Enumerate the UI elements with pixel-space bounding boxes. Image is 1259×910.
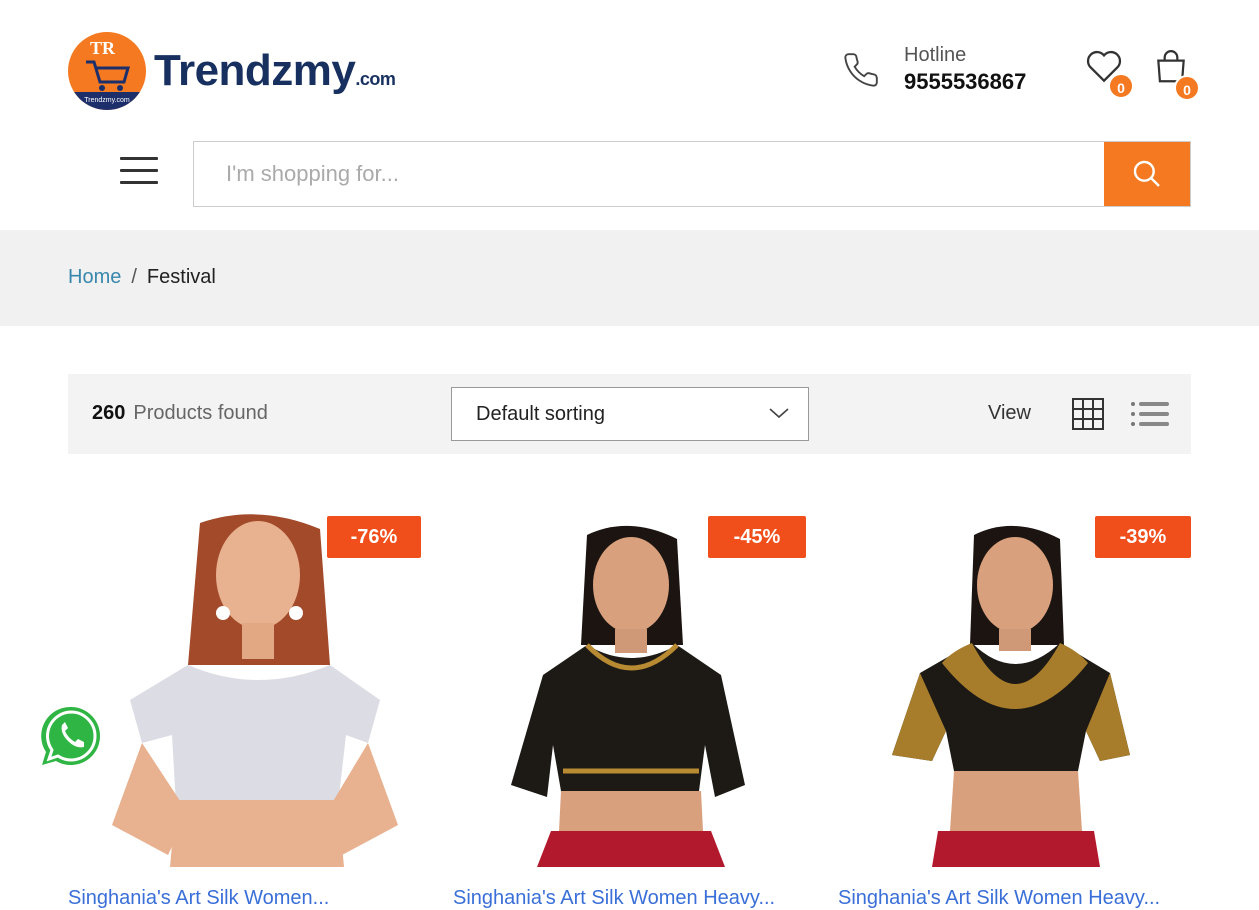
breadcrumb-home-link[interactable]: Home (68, 266, 121, 288)
phone-icon (844, 52, 878, 87)
sort-select[interactable]: Default sorting (451, 387, 809, 441)
whatsapp-button[interactable] (38, 703, 104, 769)
product-card[interactable]: -45% Singhania's Art Silk Women Heavy... (453, 495, 807, 909)
product-title-link[interactable]: Singhania's Art Silk Women Heavy... (453, 887, 807, 910)
brand-name: Trendzmy (154, 46, 356, 95)
breadcrumb-current: Festival (146, 266, 216, 288)
product-title-link[interactable]: Singhania's Art Silk Women... (68, 887, 422, 910)
view-label: View (988, 402, 1031, 424)
discount-badge: -45% (708, 516, 806, 558)
products-found: 260 Products found (92, 402, 268, 425)
wishlist-button[interactable]: 0 (1084, 48, 1134, 99)
search-input[interactable] (194, 142, 1104, 206)
hamburger-menu-icon[interactable] (120, 157, 158, 187)
product-title-link[interactable]: Singhania's Art Silk Women Heavy... (838, 887, 1192, 910)
wishlist-count-badge: 0 (1108, 73, 1134, 99)
list-view-icon[interactable] (1130, 400, 1170, 428)
cart-button[interactable]: 0 (1152, 48, 1200, 101)
whatsapp-icon (41, 706, 100, 766)
logo-badge-letters: TR (90, 38, 116, 58)
search-bar (193, 141, 1191, 207)
product-card[interactable]: -39% Singhania's Art Silk Women Heavy... (838, 495, 1192, 909)
hotline[interactable]: Hotline 9555536867 (842, 44, 1026, 95)
brand-suffix: .com (355, 69, 396, 89)
discount-badge: -39% (1095, 516, 1191, 558)
grid-view-icon[interactable] (1072, 398, 1104, 430)
logo-text: Trendzmy.com (154, 46, 396, 96)
hotline-label: Hotline (904, 44, 967, 66)
logo-cart-icon (86, 60, 130, 91)
breadcrumb: Home / Festival (68, 266, 216, 289)
hotline-number[interactable]: 9555536867 (904, 69, 1026, 95)
search-icon (1133, 160, 1160, 187)
logo-badge-caption: Trendzmy.com (68, 92, 146, 110)
chevron-down-icon (769, 408, 789, 419)
products-count: 260 (92, 402, 126, 424)
breadcrumb-separator: / (131, 266, 137, 288)
logo-badge: TR Trendzmy.com (68, 32, 146, 110)
breadcrumb-bar: Home / Festival (0, 230, 1259, 326)
products-count-label: Products found (133, 402, 268, 424)
search-button[interactable] (1104, 142, 1190, 206)
site-logo[interactable]: TR Trendzmy.com Trendzmy.com (68, 32, 396, 110)
product-card[interactable]: -76% Singhania's Art Silk Women... (68, 495, 422, 909)
shop-toolbar: 260 Products found Default sorting View (68, 374, 1191, 454)
site-header: TR Trendzmy.com Trendzmy.com Hotline 955… (0, 0, 1259, 230)
cart-count-badge: 0 (1174, 75, 1200, 101)
sort-selected-value: Default sorting (476, 403, 605, 425)
discount-badge: -76% (327, 516, 421, 558)
